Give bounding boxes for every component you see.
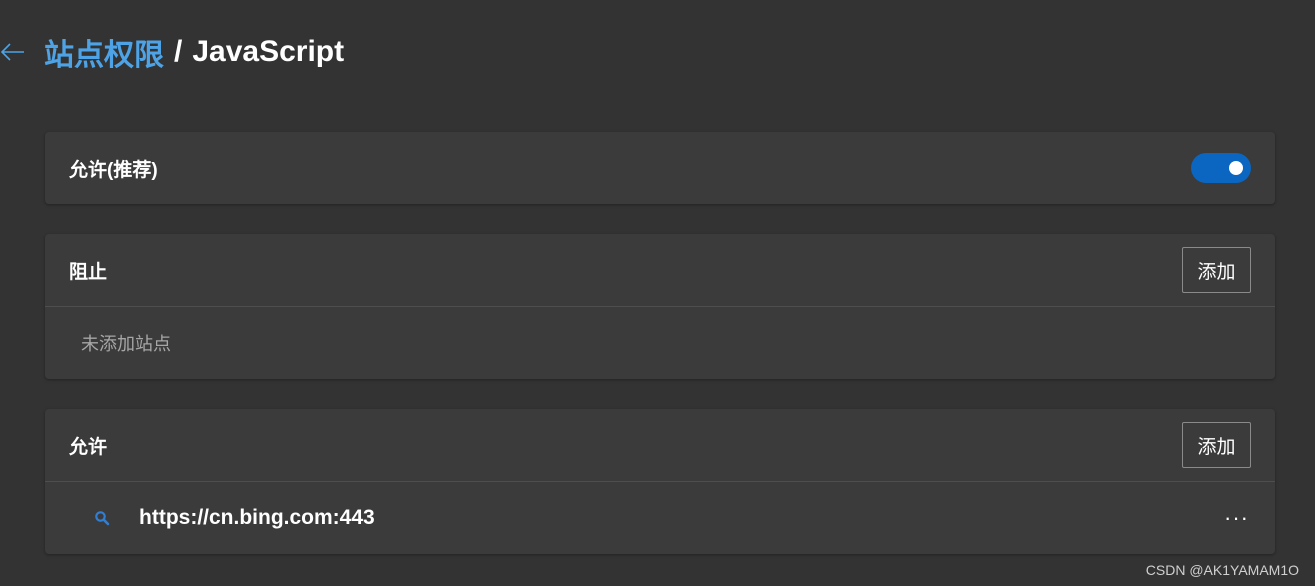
block-empty-text: 未添加站点 bbox=[81, 334, 171, 354]
allow-recommended-card: 允许(推荐) bbox=[45, 132, 1275, 204]
site-list-item: https://cn.bing.com:443 ··· bbox=[45, 482, 1275, 554]
back-button[interactable] bbox=[0, 30, 30, 74]
watermark: CSDN @AK1YAMAM1O bbox=[1145, 562, 1299, 578]
block-add-button[interactable]: 添加 bbox=[1182, 247, 1251, 293]
page-title: JavaScript bbox=[192, 35, 345, 68]
breadcrumb-separator: / bbox=[174, 35, 183, 68]
breadcrumb: 站点权限 / JavaScript bbox=[44, 30, 344, 74]
allow-section: 允许 添加 https://cn.bing.com:443 ··· bbox=[45, 409, 1275, 554]
block-section-title: 阻止 bbox=[69, 261, 108, 283]
search-icon bbox=[93, 509, 111, 527]
allow-add-button[interactable]: 添加 bbox=[1182, 422, 1251, 468]
more-actions-button[interactable]: ··· bbox=[1222, 507, 1251, 529]
settings-page: 站点权限 / JavaScript 允许(推荐) 阻止 添加 未添加站点 允许 … bbox=[0, 0, 1315, 586]
page-header: 站点权限 / JavaScript bbox=[0, 30, 344, 74]
allow-recommended-toggle[interactable] bbox=[1191, 153, 1251, 183]
site-url: https://cn.bing.com:443 bbox=[139, 506, 375, 529]
breadcrumb-site-permissions-link[interactable]: 站点权限 bbox=[44, 30, 164, 74]
toggle-knob bbox=[1229, 161, 1243, 175]
arrow-left-icon bbox=[0, 43, 24, 61]
allow-recommended-label: 允许(推荐) bbox=[69, 159, 158, 181]
allow-section-title: 允许 bbox=[69, 436, 108, 458]
block-section: 阻止 添加 未添加站点 bbox=[45, 234, 1275, 379]
